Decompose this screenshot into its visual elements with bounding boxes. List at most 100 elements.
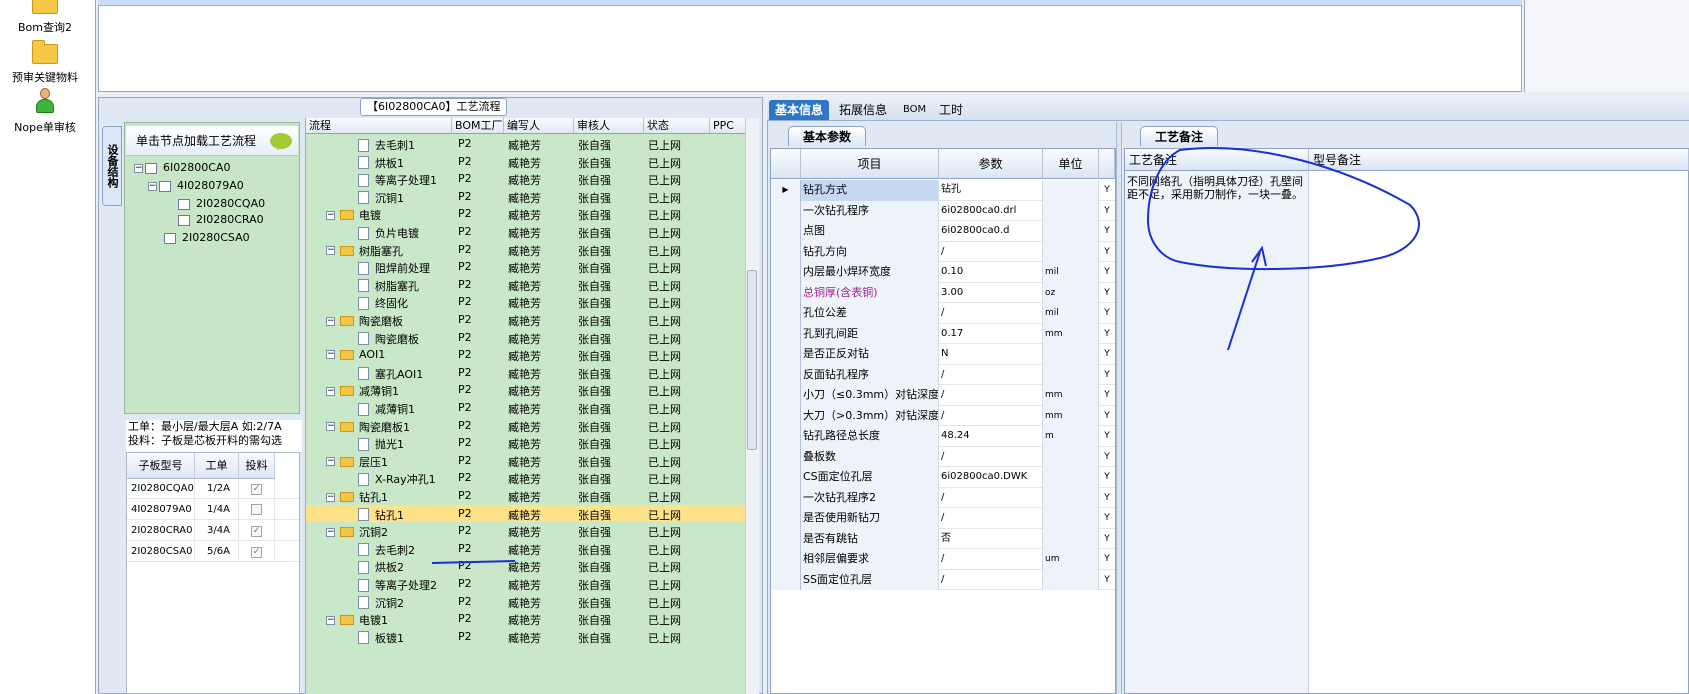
column-header[interactable]: 工艺备注	[1125, 149, 1309, 171]
table-row[interactable]: − AOI1 P2 臧艳芳 张自强 已上网	[306, 346, 745, 364]
param-row[interactable]: 是否使用新钻刀 / Y	[771, 508, 1115, 529]
param-row[interactable]: 相邻层偏要求 / um Y	[771, 549, 1115, 570]
tree-node[interactable]: 2I0280CRA0	[178, 213, 264, 227]
table-row[interactable]: 塞孔AOI1 P2 臧艳芳 张自强 已上网	[306, 364, 745, 382]
param-row[interactable]: SS面定位孔层 / Y	[771, 569, 1115, 590]
param-row[interactable]: 是否有跳钻否 Y	[771, 528, 1115, 549]
cell-value[interactable]: /	[939, 385, 1043, 406]
table-row[interactable]: 烘板2 P2 臧艳芳 张自强 已上网	[306, 557, 745, 575]
table-row[interactable]: 等离子处理1 P2 臧艳芳 张自强 已上网	[306, 170, 745, 188]
cell-value[interactable]: /	[939, 508, 1043, 529]
tree-node[interactable]: −6I02800CA0	[134, 161, 230, 175]
cell-value[interactable]: 6i02800ca0.d	[939, 221, 1043, 242]
table-row[interactable]: − 减薄铜1 P2 臧艳芳 张自强 已上网	[306, 381, 745, 399]
cell-value[interactable]: /	[939, 241, 1043, 262]
param-row[interactable]: 钻孔方向 / Y	[771, 241, 1115, 262]
param-row[interactable]: 一次钻孔程序 6i02800ca0.drl Y	[771, 200, 1115, 221]
column-header[interactable]: 工单	[195, 453, 239, 479]
cell-value[interactable]: /	[939, 364, 1043, 385]
tab-process-note[interactable]: 工艺备注	[1140, 126, 1219, 146]
collapse-icon[interactable]: −	[326, 457, 335, 467]
column-header[interactable]: BOM工厂	[452, 118, 504, 134]
cell-value[interactable]: 6i02800ca0.DWK	[939, 467, 1043, 488]
cell-value[interactable]: 6i02800ca0.drl	[939, 200, 1043, 221]
table-row[interactable]: 2I0280CRA0 3/4A ✓	[127, 521, 299, 541]
column-header[interactable]: 投料	[239, 453, 275, 479]
param-row[interactable]: 大刀（>0.3mm）对钻深度 / mm Y	[771, 405, 1115, 426]
collapse-icon[interactable]: −	[326, 422, 335, 432]
tree-node[interactable]: 2I0280CSA0	[164, 231, 250, 245]
table-row[interactable]: 减薄铜1 P2 臧艳芳 张自强 已上网	[306, 399, 745, 417]
tab-basic-info[interactable]: 基本信息	[769, 100, 830, 120]
table-row[interactable]: 抛光1 P2 臧艳芳 张自强 已上网	[306, 434, 745, 452]
tree-node[interactable]: 2I0280CQA0	[178, 197, 265, 211]
table-row[interactable]: − 层压1 P2 臧艳芳 张自强 已上网	[306, 452, 745, 470]
tab-bom[interactable]: BOM	[897, 100, 932, 120]
collapse-icon[interactable]: −	[326, 492, 335, 502]
collapse-icon[interactable]: −	[326, 615, 335, 625]
table-row[interactable]: − 树脂塞孔 P2 臧艳芳 张自强 已上网	[306, 241, 745, 259]
table-row[interactable]: 等离子处理2 P2 臧艳芳 张自强 已上网	[306, 575, 745, 593]
table-row[interactable]: 4I028079A0 1/4A	[127, 500, 299, 520]
checkbox[interactable]: ✓	[251, 547, 262, 558]
table-row[interactable]: − 沉铜2 P2 臧艳芳 张自强 已上网	[306, 522, 745, 540]
param-row[interactable]: 是否正反对钻 N Y	[771, 344, 1115, 365]
param-row[interactable]: 小刀（≤0.3mm）对钻深度 / mm Y	[771, 385, 1115, 406]
table-row[interactable]: 树脂塞孔 P2 臧艳芳 张自强 已上网	[306, 276, 745, 294]
cell-value[interactable]: 48.24	[939, 426, 1043, 447]
column-header[interactable]: 编写人	[504, 118, 574, 134]
cell-value[interactable]: N	[939, 344, 1043, 365]
table-row[interactable]: 沉铜1 P2 臧艳芳 张自强 已上网	[306, 188, 745, 206]
checkbox[interactable]: ✓	[251, 484, 262, 495]
column-header[interactable]: 状态	[644, 118, 710, 134]
param-row[interactable]: 总铜厚(含表铜) 3.00 oz Y	[771, 282, 1115, 303]
launcher-pre-review-materials[interactable]: 预审关键物料	[0, 40, 90, 85]
process-note-text[interactable]: 不同网络孔（指明具体刀径）孔壁间距不足，采用新刀制作，一块一叠。	[1127, 175, 1307, 201]
param-row[interactable]: 叠板数 / Y	[771, 446, 1115, 467]
column-header[interactable]: 流程	[306, 118, 452, 134]
param-row[interactable]: 孔到孔间距 0.17 mm Y	[771, 323, 1115, 344]
param-row[interactable]: 内层最小焊环宽度 0.10 mil Y	[771, 262, 1115, 283]
collapse-icon[interactable]: −	[326, 527, 335, 537]
cell-value[interactable]: /	[939, 549, 1043, 570]
collapse-icon[interactable]: −	[326, 316, 335, 326]
table-row[interactable]: 2I0280CSA0 5/6A ✓	[127, 542, 299, 562]
cell-value[interactable]: 0.17	[939, 323, 1043, 344]
table-row[interactable]: 去毛刺2 P2 臧艳芳 张自强 已上网	[306, 540, 745, 558]
launcher-bom-query2[interactable]: Bom查询2	[0, 0, 90, 35]
cell-value[interactable]: 3.00	[939, 282, 1043, 303]
param-row[interactable]: 反面钻孔程序 / Y	[771, 364, 1115, 385]
tab-equipment-structure[interactable]: 设备结构	[102, 126, 122, 206]
param-row[interactable]: 一次钻孔程序2/ Y	[771, 487, 1115, 508]
cell-value[interactable]: 否	[939, 528, 1043, 549]
collapse-icon[interactable]: −	[134, 163, 143, 173]
cell-value[interactable]: 0.10	[939, 262, 1043, 283]
grid-scroll-thumb[interactable]	[747, 270, 757, 450]
collapse-icon[interactable]: −	[326, 386, 335, 396]
tab-work-hours[interactable]: 工时	[933, 100, 969, 120]
cell-value[interactable]: /	[939, 303, 1043, 324]
column-header[interactable]: 单位	[1043, 149, 1099, 179]
collapse-icon[interactable]: −	[326, 210, 335, 220]
table-row[interactable]: 阻焊前处理 P2 臧艳芳 张自强 已上网	[306, 258, 745, 276]
column-header[interactable]: 子板型号	[127, 453, 195, 479]
table-row[interactable]: 烘板1 P2 臧艳芳 张自强 已上网	[306, 153, 745, 171]
panel-splitter[interactable]	[1116, 122, 1122, 694]
table-row[interactable]: − 钻孔1 P2 臧艳芳 张自强 已上网	[306, 487, 745, 505]
top-selected-row-strip[interactable]	[98, 0, 1522, 6]
param-row[interactable]: 点图 6i02800ca0.d Y	[771, 221, 1115, 242]
table-row[interactable]: 板镀1 P2 臧艳芳 张自强 已上网	[306, 628, 745, 646]
cell-value[interactable]: /	[939, 405, 1043, 426]
cell-value[interactable]: /	[939, 487, 1043, 508]
launcher-nope-review[interactable]: Nope单审核	[0, 88, 90, 135]
table-row[interactable]: − 电镀 P2 臧艳芳 张自强 已上网	[306, 205, 745, 223]
param-row[interactable]: CS面定位孔层 6i02800ca0.DWK Y	[771, 467, 1115, 488]
column-header[interactable]: 审核人	[574, 118, 644, 134]
table-row[interactable]: − 陶瓷磨板 P2 臧艳芳 张自强 已上网	[306, 311, 745, 329]
collapse-icon[interactable]: −	[326, 350, 335, 360]
param-row[interactable]: ▶ 钻孔方式 钻孔 Y	[771, 180, 1115, 201]
table-row[interactable]: 2I0280CQA0 1/2A ✓	[127, 479, 299, 499]
tab-basic-params[interactable]: 基本参数	[788, 126, 867, 146]
table-row[interactable]: − 电镀1 P2 臧艳芳 张自强 已上网	[306, 610, 745, 628]
table-row[interactable]: 终固化 P2 臧艳芳 张自强 已上网	[306, 293, 745, 311]
